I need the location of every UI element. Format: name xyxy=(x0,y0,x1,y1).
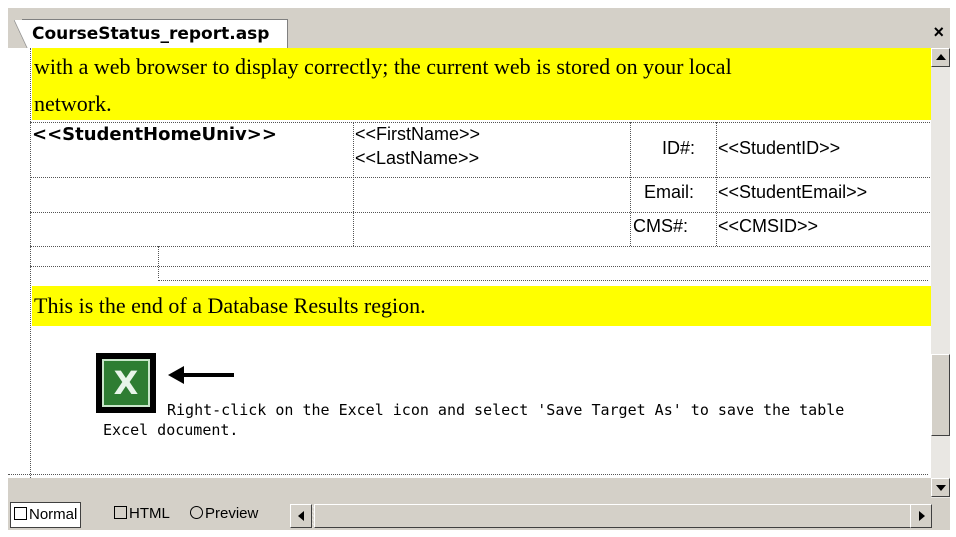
banner-end: This is the end of a Database Results re… xyxy=(32,286,931,326)
close-icon[interactable]: × xyxy=(933,22,944,43)
excel-note-line2: Excel document. xyxy=(103,421,239,439)
view-bar: Normal HTML Preview xyxy=(8,498,950,530)
table-col-rule xyxy=(158,246,159,278)
banner-top-line1: with a web browser to display correctly;… xyxy=(34,54,732,79)
page-bottom-rule xyxy=(8,474,928,475)
horizontal-scrollbar[interactable] xyxy=(290,498,950,530)
document-tab[interactable]: CourseStatus_report.asp xyxy=(13,19,289,50)
student-email-field[interactable]: <<StudentEmail>> xyxy=(718,182,867,203)
first-name-field[interactable]: <<FirstName>> xyxy=(355,124,480,145)
arrow-left-icon xyxy=(168,366,234,384)
id-label: ID#: xyxy=(662,138,696,158)
chevron-right-icon xyxy=(919,511,925,521)
chevron-left-icon xyxy=(298,511,304,521)
excel-note-line1: Right-click on the Excel icon and select… xyxy=(167,401,845,419)
cms-label: CMS#: xyxy=(633,216,689,236)
last-name-field[interactable]: <<LastName>> xyxy=(355,148,479,169)
student-id-field[interactable]: <<StudentID>> xyxy=(718,138,840,159)
editor-canvas[interactable]: with a web browser to display correctly;… xyxy=(8,48,931,478)
scroll-up-button[interactable] xyxy=(931,48,950,67)
html-view-icon xyxy=(114,506,127,519)
home-univ-field[interactable]: <<StudentHomeUniv>> xyxy=(32,124,277,145)
tab-html[interactable]: HTML xyxy=(111,502,173,526)
table-col-rule xyxy=(630,122,631,246)
scroll-left-button[interactable] xyxy=(290,504,312,528)
vertical-scrollbar[interactable] xyxy=(931,48,950,498)
banner-top: with a web browser to display correctly;… xyxy=(32,48,931,120)
email-label: Email: xyxy=(644,182,695,202)
table-col-rule xyxy=(716,122,717,246)
chevron-up-icon xyxy=(936,54,946,60)
tab-preview[interactable]: Preview xyxy=(187,502,261,526)
tab-normal[interactable]: Normal xyxy=(10,502,82,528)
banner-top-line2: network. xyxy=(34,91,112,116)
scroll-down-button[interactable] xyxy=(931,478,950,497)
document-tab-bar: CourseStatus_report.asp × xyxy=(8,8,950,50)
tab-normal-label: Normal xyxy=(29,506,78,523)
table-rule xyxy=(30,212,930,213)
chevron-down-icon xyxy=(936,485,946,491)
table-rule xyxy=(30,266,930,267)
table-rule xyxy=(30,122,930,123)
horizontal-scroll-thumb[interactable] xyxy=(314,504,916,528)
tab-html-label: HTML xyxy=(129,505,170,522)
table-rule xyxy=(158,280,928,281)
scroll-right-button[interactable] xyxy=(910,504,932,528)
cms-id-field[interactable]: <<CMSID>> xyxy=(718,216,818,237)
tab-preview-label: Preview xyxy=(205,505,259,522)
excel-instructions: Right-click on the Excel icon and select… xyxy=(103,400,844,440)
editor-window: CourseStatus_report.asp × with a web bro… xyxy=(8,8,950,530)
normal-view-icon xyxy=(14,507,27,520)
region-border-left xyxy=(30,48,31,478)
scroll-thumb[interactable] xyxy=(931,354,950,436)
table-rule xyxy=(30,177,930,178)
table-col-rule xyxy=(353,122,354,246)
table-rule xyxy=(30,246,930,247)
excel-icon-glyph: X xyxy=(113,364,139,402)
preview-view-icon xyxy=(190,506,203,519)
